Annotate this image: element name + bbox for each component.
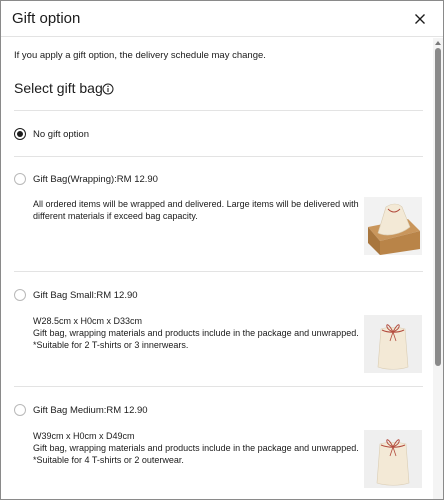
- delivery-note: If you apply a gift option, the delivery…: [14, 50, 266, 61]
- drawstring-gift-bag-image: [364, 315, 422, 373]
- gift-bag-in-box-image: [364, 197, 422, 255]
- option-description: W28.5cm x H0cm x D33cm Gift bag, wrappin…: [33, 316, 359, 350]
- drawstring-gift-bag-image: [364, 430, 422, 488]
- option-label: No gift option: [33, 129, 89, 140]
- scrollbar[interactable]: [433, 38, 443, 499]
- radio-no-gift[interactable]: [14, 128, 26, 140]
- divider: [14, 156, 423, 157]
- dialog-title: Gift option: [12, 10, 81, 27]
- close-icon[interactable]: [411, 10, 429, 28]
- option-description: W39cm x H0cm x D49cm Gift bag, wrapping …: [33, 431, 359, 465]
- divider: [14, 271, 423, 272]
- option-label: Gift Bag(Wrapping):RM 12.90: [33, 174, 158, 185]
- info-icon[interactable]: [102, 83, 114, 95]
- gift-option-dialog: Gift option If you apply a gift option, …: [0, 0, 444, 500]
- option-label: Gift Bag Small:RM 12.90: [33, 290, 138, 301]
- dialog-body: If you apply a gift option, the delivery…: [1, 38, 433, 499]
- section-title: Select gift bag: [14, 80, 103, 96]
- divider: [14, 110, 423, 111]
- scroll-up-arrow-icon[interactable]: [435, 41, 441, 45]
- radio-gift-bag-small[interactable]: [14, 289, 26, 301]
- divider: [14, 386, 423, 387]
- scrollbar-thumb[interactable]: [435, 48, 441, 366]
- dialog-header: Gift option: [1, 1, 443, 37]
- radio-gift-bag-medium[interactable]: [14, 404, 26, 416]
- radio-gift-bag-wrapping[interactable]: [14, 173, 26, 185]
- option-description: All ordered items will be wrapped and de…: [33, 199, 359, 221]
- option-label: Gift Bag Medium:RM 12.90: [33, 405, 148, 416]
